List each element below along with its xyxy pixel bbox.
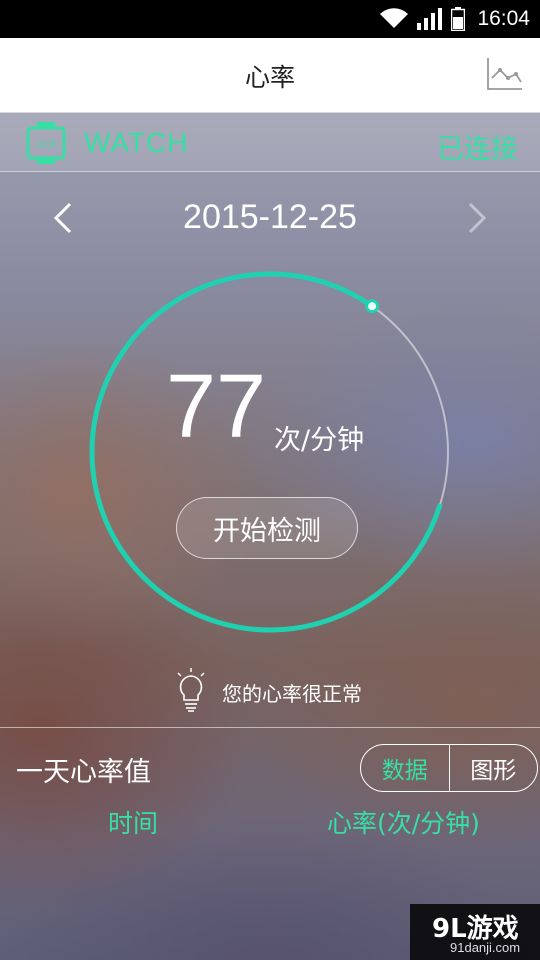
connection-status: 已连接 — [437, 134, 518, 165]
start-measure-button[interactable]: 开始检测 — [176, 497, 358, 559]
toggle-chart[interactable]: 图形 — [450, 745, 538, 791]
status-tip: 您的心率很正常 — [222, 682, 362, 706]
page-title: 心率 — [244, 63, 295, 92]
lightbulb-icon — [177, 668, 205, 712]
app-bar: 心率 — [0, 38, 540, 113]
current-date: 2015-12-25 — [183, 198, 357, 236]
ring-progress — [89, 271, 451, 633]
watermark-url: 91danji.com — [450, 940, 521, 955]
date-navigator: 2015-12-25 — [0, 190, 540, 250]
watch-icon-time: 11:09 — [36, 140, 56, 149]
signal-icon — [417, 8, 443, 30]
device-name: WATCH — [84, 127, 189, 158]
toggle-data[interactable]: 数据 — [361, 745, 450, 791]
wifi-icon — [380, 8, 409, 28]
column-header-heart-rate: 心率(次/分钟) — [327, 809, 480, 838]
heart-rate-value: 77 — [166, 357, 267, 457]
heart-rate-unit: 次/分钟 — [274, 425, 365, 456]
view-toggle: 数据 图形 — [360, 744, 538, 792]
watermark-logo: 9L游戏 91danji.com — [410, 904, 540, 960]
status-time: 16:04 — [477, 7, 530, 30]
daily-section-title: 一天心率值 — [16, 757, 151, 788]
section-divider — [0, 727, 540, 728]
device-bar: 11:09 WATCH 已连接 — [0, 113, 540, 172]
column-header-time: 时间 — [108, 809, 159, 838]
chevron-right-icon[interactable] — [462, 200, 492, 236]
ring-knob-center — [368, 302, 377, 311]
heart-rate-ring — [89, 271, 451, 633]
watch-icon: 11:09 — [26, 122, 66, 164]
line-chart-icon[interactable] — [486, 56, 524, 92]
status-bar: 16:04 — [0, 0, 540, 38]
battery-icon — [451, 7, 466, 31]
